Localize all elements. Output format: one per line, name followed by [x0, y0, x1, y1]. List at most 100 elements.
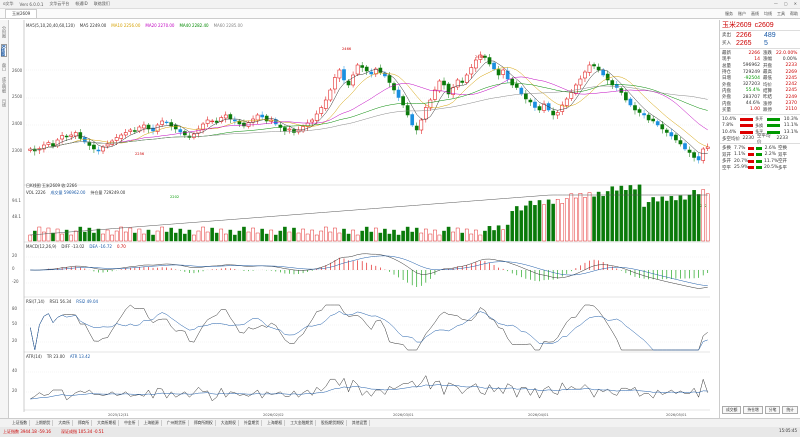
price-annotation: 2466 [475, 55, 485, 59]
volume-bar [510, 210, 515, 242]
btn-stats[interactable]: 统计 [782, 406, 798, 414]
exchange-tab[interactable]: 股指期货期权 [319, 420, 347, 426]
maximize-icon[interactable]: ▢ [784, 1, 788, 6]
ask-price[interactable]: 2266 [736, 32, 764, 39]
candle-body [355, 64, 360, 75]
quote-value: 2110 [785, 107, 797, 113]
btn-turnover[interactable]: 成交额 [722, 406, 742, 414]
bar-right-pct: 10.3% [783, 116, 798, 122]
exchange-tab[interactable]: 大商所期权 [95, 420, 120, 426]
minimize-icon[interactable]: — [774, 1, 778, 6]
quote-label: 买量 [722, 107, 731, 113]
quote-label: 涨幅 [763, 57, 772, 63]
title-item[interactable]: 联络我们 [94, 1, 110, 7]
quote-value: 2269 [785, 69, 797, 75]
candle-body [578, 78, 583, 86]
exchange-tab[interactable]: 大连期权 [219, 420, 239, 426]
volume-bar [555, 198, 560, 242]
y-tick-label: 20 [12, 253, 18, 258]
menu-ma[interactable]: 均线 [764, 11, 772, 17]
flow-bar-red [748, 153, 754, 157]
left-tab-daily[interactable]: 日线 [1, 99, 7, 107]
flow-bars: 多换 7.7% 2.6% 空换 双开 1.1% 2.2% 双平 多开 20.7% 11.7% 空开 空平… [720, 145, 800, 171]
exchange-tab[interactable]: 其他设置 [350, 420, 370, 426]
title-item[interactable]: Vers 6.0.0.1 [20, 2, 44, 7]
exchange-tab[interactable]: 上期期货 [33, 420, 54, 426]
close-icon[interactable]: ✕ [794, 1, 797, 6]
exchange-tab[interactable]: 大商所 [56, 420, 73, 426]
volume-bar [219, 228, 224, 242]
btn-ticks[interactable]: 分笔 [764, 406, 781, 414]
menu-service[interactable]: 服务 [725, 11, 733, 17]
menu-drawing[interactable]: 画线 [751, 11, 759, 17]
volume-bar [260, 228, 264, 242]
candle-body [228, 114, 233, 120]
left-tab-kline[interactable]: K线图 [1, 44, 7, 58]
panel-buttons: 成交额 持仓增 分笔 统计 [722, 406, 798, 414]
candle-body [701, 148, 706, 161]
legend-ma20: MA20 2270.00 [145, 23, 175, 28]
bid-price[interactable]: 2265 [736, 40, 764, 47]
flow-label-2: 双平 [778, 152, 787, 158]
volume-bar [537, 200, 542, 242]
bars-footer-value: 2233 [776, 136, 788, 142]
exchange-tab[interactable]: 上证指数 [10, 420, 31, 426]
candle-body [283, 127, 287, 132]
quote-grid: 最新 2266 涨跌 22.0.00% 现手 14 涨幅 0.00% 总量 596962 开盘 223… [720, 50, 800, 113]
volume-bar [173, 232, 178, 242]
bar-left-pct: 7.8% [722, 123, 734, 129]
exchange-tab[interactable]: 郑商所 [76, 420, 93, 426]
flow-bar-green [756, 159, 762, 163]
exchange-tab[interactable]: 上海能源 [142, 420, 162, 426]
volume-bar [110, 234, 114, 242]
candle-body [310, 119, 315, 123]
quote-grid-row: 总量 596962 开盘 2233 [720, 63, 800, 69]
exchange-tab[interactable]: 外盘期货 [242, 420, 263, 426]
volume-bar [337, 232, 342, 242]
volume-bar [210, 227, 214, 242]
bars-footer-value: 2230 [742, 136, 754, 142]
vol-legend: VOL 2226 成交量 596962.00 持仓量 729249.00 [26, 190, 125, 196]
exchange-tab[interactable]: 上海期权 [265, 420, 286, 426]
quote-value: 2245 [785, 75, 797, 81]
window-controls: — ▢ ✕ [774, 1, 797, 6]
left-tab-timeshare[interactable]: 分时图 [1, 26, 7, 38]
chart-area[interactable]: 2600 2500 2400 2300 94.1 48.1 20 0 -20 80 50 20 40 20… [10, 20, 718, 418]
volume-bar [119, 226, 123, 242]
y-tick-label: 48.1 [12, 214, 21, 219]
menu-help[interactable]: 帮助 [790, 11, 798, 17]
volume-bar [392, 229, 396, 242]
exchange-tab[interactable]: 工大金融期货 [288, 420, 317, 426]
volume-bar [501, 229, 505, 242]
quote-value: 596962 [742, 63, 760, 69]
flow-label: 多换 [722, 146, 731, 152]
volume-bar [73, 230, 78, 242]
volume-bar [574, 197, 578, 242]
title-item[interactable]: 帐通ID [75, 1, 87, 7]
y-tick-label: 2300 [12, 148, 23, 153]
left-tab-trades[interactable]: 成交明细 [1, 77, 7, 93]
candle-body [537, 106, 542, 111]
candle-body [342, 69, 346, 81]
flow-label: 双开 [722, 152, 731, 158]
btn-oi-change[interactable]: 持仓增 [743, 406, 763, 414]
volume-bar [483, 230, 487, 242]
title-item[interactable]: 文华云平台 [49, 1, 69, 7]
volume-bar [696, 194, 701, 242]
candle-body [323, 99, 328, 109]
menu-tools[interactable]: 工具 [777, 11, 785, 17]
volume-bar [123, 231, 128, 242]
exchange-tab[interactable]: 中金所 [122, 420, 139, 426]
volume-bar [533, 204, 537, 242]
rsi-legend-item: RSI1 56.34 [49, 299, 72, 304]
volume-bar [183, 233, 187, 242]
tab-contract[interactable]: 玉米2609 [5, 9, 38, 18]
exchange-tab[interactable]: 广州期货所 [165, 420, 189, 426]
volume-bar [633, 189, 637, 242]
left-tab-orderbook[interactable]: 盘口 [1, 63, 7, 71]
exchange-tab[interactable]: 郑商所期权 [192, 420, 216, 426]
volume-bar [301, 228, 305, 242]
kline-chart[interactable]: 2600 2500 2400 2300 94.1 48.1 20 0 -20 80 50 20 40 20… [10, 20, 718, 418]
menu-account[interactable]: 账户 [738, 11, 746, 17]
candle-body [360, 65, 365, 68]
